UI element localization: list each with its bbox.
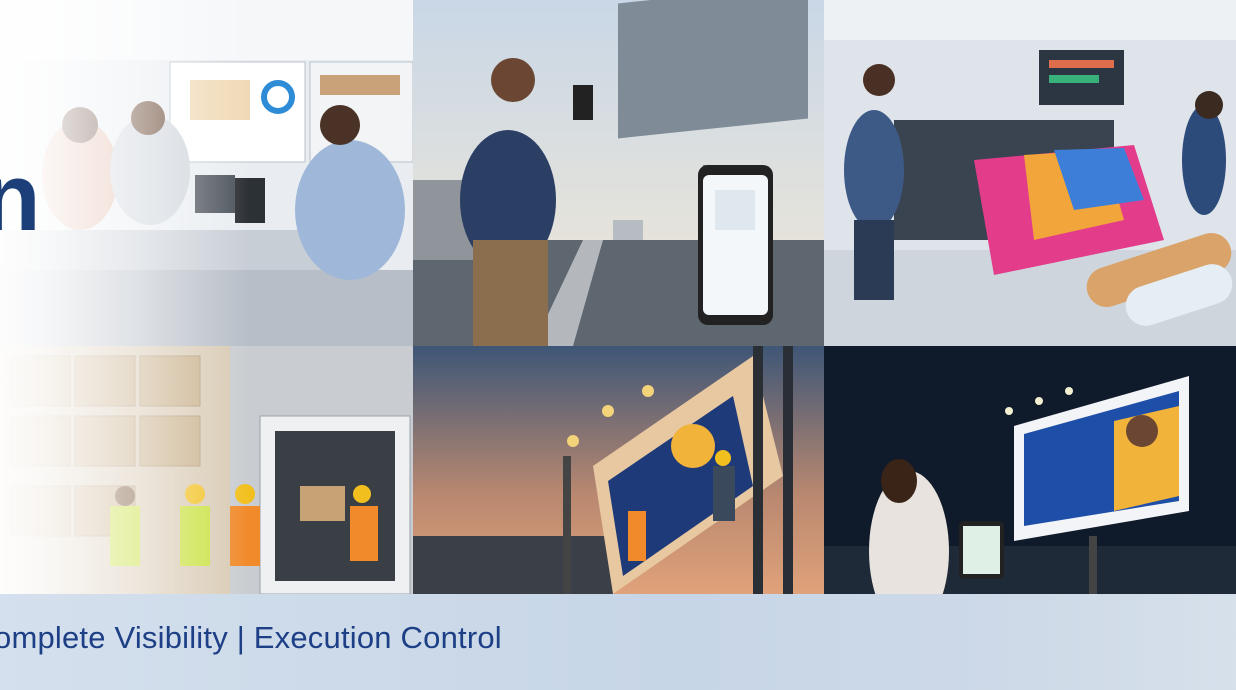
photo-warehouse-loading bbox=[0, 346, 413, 594]
photo-billboard-install bbox=[413, 346, 824, 594]
photo-collage bbox=[0, 0, 1236, 690]
photo-billboard-survey bbox=[413, 0, 824, 346]
partial-headline: n bbox=[0, 144, 41, 251]
photo-office-meeting bbox=[0, 0, 413, 346]
photo-print-facility bbox=[824, 0, 1236, 346]
hero-banner: n omplete Visibility | Execution Control bbox=[0, 0, 1236, 690]
tagline-text: omplete Visibility | Execution Control bbox=[0, 620, 502, 655]
photo-night-billboard bbox=[824, 346, 1236, 594]
